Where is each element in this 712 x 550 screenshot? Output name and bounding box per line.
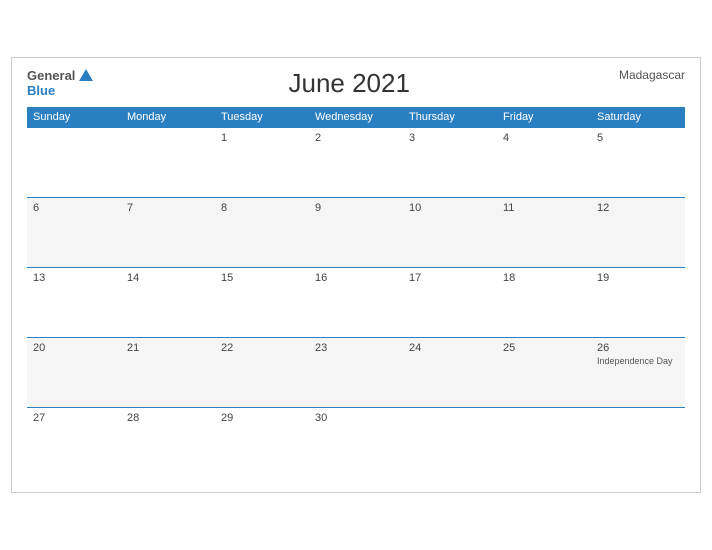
day-number: 14 xyxy=(127,272,209,284)
calendar-country: Madagascar xyxy=(605,68,685,82)
col-monday: Monday xyxy=(121,107,215,128)
col-tuesday: Tuesday xyxy=(215,107,309,128)
logo-blue-text: Blue xyxy=(27,83,93,99)
day-number: 15 xyxy=(221,272,303,284)
day-cell: 27 xyxy=(27,407,121,477)
day-number: 8 xyxy=(221,202,303,214)
day-number: 9 xyxy=(315,202,397,214)
day-number: 18 xyxy=(503,272,585,284)
week-row-1: 12345 xyxy=(27,127,685,197)
calendar-grid: Sunday Monday Tuesday Wednesday Thursday… xyxy=(27,107,685,478)
day-cell: 16 xyxy=(309,267,403,337)
day-number: 1 xyxy=(221,132,303,144)
calendar-title: June 2021 xyxy=(93,68,605,99)
day-number: 2 xyxy=(315,132,397,144)
day-cell: 19 xyxy=(591,267,685,337)
day-cell: 9 xyxy=(309,197,403,267)
day-cell: 11 xyxy=(497,197,591,267)
day-cell: 29 xyxy=(215,407,309,477)
day-cell: 28 xyxy=(121,407,215,477)
day-number: 19 xyxy=(597,272,679,284)
calendar-header: General Blue June 2021 Madagascar xyxy=(27,68,685,99)
col-saturday: Saturday xyxy=(591,107,685,128)
week-row-2: 6789 10 11 12 xyxy=(27,197,685,267)
week-row-5: 27 28 29 30 xyxy=(27,407,685,477)
day-cell: 30 xyxy=(309,407,403,477)
day-number: 7 xyxy=(127,202,209,214)
day-cell: 23 xyxy=(309,337,403,407)
col-thursday: Thursday xyxy=(403,107,497,128)
day-cell: 12 xyxy=(591,197,685,267)
day-number: 13 xyxy=(33,272,115,284)
day-number: 6 xyxy=(33,202,115,214)
day-number: 27 xyxy=(33,412,115,424)
weekday-header-row: Sunday Monday Tuesday Wednesday Thursday… xyxy=(27,107,685,128)
day-number: 22 xyxy=(221,342,303,354)
col-sunday: Sunday xyxy=(27,107,121,128)
day-number: 3 xyxy=(409,132,491,144)
calendar-container: General Blue June 2021 Madagascar Sunday… xyxy=(11,57,701,494)
day-cell: 1 xyxy=(215,127,309,197)
day-number: 24 xyxy=(409,342,491,354)
day-cell: 4 xyxy=(497,127,591,197)
day-cell: 5 xyxy=(591,127,685,197)
col-friday: Friday xyxy=(497,107,591,128)
day-cell: 17 xyxy=(403,267,497,337)
day-cell: 25 xyxy=(497,337,591,407)
logo: General Blue xyxy=(27,68,93,99)
day-number: 10 xyxy=(409,202,491,214)
day-cell: 14 xyxy=(121,267,215,337)
day-number: 20 xyxy=(33,342,115,354)
logo-triangle-icon xyxy=(79,69,93,81)
day-number: 17 xyxy=(409,272,491,284)
col-wednesday: Wednesday xyxy=(309,107,403,128)
day-number: 21 xyxy=(127,342,209,354)
day-cell: 24 xyxy=(403,337,497,407)
day-number: 25 xyxy=(503,342,585,354)
day-number: 26 xyxy=(597,342,679,354)
day-number: 4 xyxy=(503,132,585,144)
day-cell: 8 xyxy=(215,197,309,267)
day-cell xyxy=(27,127,121,197)
day-cell xyxy=(497,407,591,477)
day-number: 5 xyxy=(597,132,679,144)
day-cell: 21 xyxy=(121,337,215,407)
day-cell: 7 xyxy=(121,197,215,267)
week-row-4: 20 21 22 23 24 25 26 Independence Day xyxy=(27,337,685,407)
day-cell: 26 Independence Day xyxy=(591,337,685,407)
week-row-3: 13 14 15 16 17 18 19 xyxy=(27,267,685,337)
day-cell xyxy=(121,127,215,197)
day-number: 16 xyxy=(315,272,397,284)
day-cell: 10 xyxy=(403,197,497,267)
day-number: 23 xyxy=(315,342,397,354)
logo-general-text: General xyxy=(27,68,75,84)
day-cell: 2 xyxy=(309,127,403,197)
day-number: 30 xyxy=(315,412,397,424)
day-cell xyxy=(403,407,497,477)
day-cell: 18 xyxy=(497,267,591,337)
day-number: 11 xyxy=(503,202,585,214)
day-number: 12 xyxy=(597,202,679,214)
day-number: 28 xyxy=(127,412,209,424)
day-number: 29 xyxy=(221,412,303,424)
day-cell: 6 xyxy=(27,197,121,267)
day-cell: 22 xyxy=(215,337,309,407)
day-cell: 13 xyxy=(27,267,121,337)
day-cell xyxy=(591,407,685,477)
holiday-label: Independence Day xyxy=(597,356,679,367)
day-cell: 3 xyxy=(403,127,497,197)
day-cell: 15 xyxy=(215,267,309,337)
day-cell: 20 xyxy=(27,337,121,407)
